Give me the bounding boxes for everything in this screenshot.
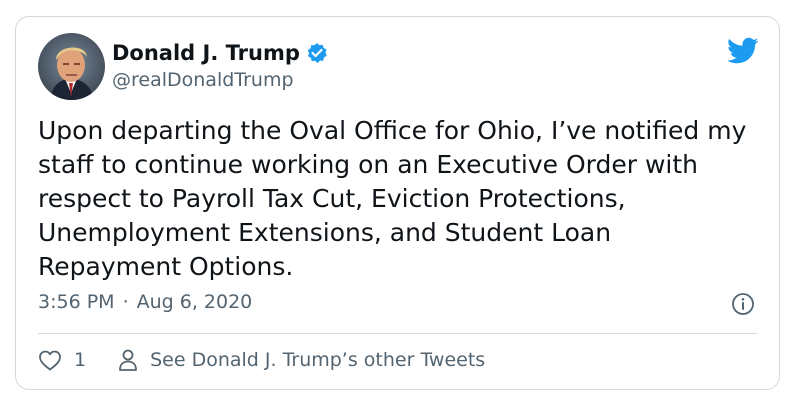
tweet-date[interactable]: Aug 6, 2020 [137, 291, 253, 313]
tweet-text: Upon departing the Oval Office for Ohio,… [38, 116, 747, 281]
info-icon[interactable] [731, 292, 755, 316]
like-count: 1 [74, 349, 87, 371]
verified-badge-icon [306, 42, 328, 64]
see-other-tweets-link[interactable]: See Donald J. Trump’s other Tweets [118, 348, 485, 372]
tweet-actions: 1 See Donald J. Trump’s other Tweets [38, 348, 485, 372]
user-handle[interactable]: @realDonaldTrump [112, 69, 294, 91]
tweet-timestamp[interactable]: 3:56 PM · Aug 6, 2020 [38, 291, 252, 313]
display-name[interactable]: Donald J. Trump [112, 41, 300, 65]
tweet-time[interactable]: 3:56 PM [38, 291, 115, 313]
twitter-bird-icon[interactable] [727, 37, 759, 65]
heart-icon [39, 350, 61, 371]
meta-separator: · [122, 291, 129, 313]
see-other-tweets-label: See Donald J. Trump’s other Tweets [150, 349, 486, 371]
avatar[interactable] [38, 33, 105, 100]
tweet-card: Donald J. Trump @realDonaldTrump Upon de… [15, 16, 780, 390]
person-icon [119, 349, 137, 371]
divider [38, 333, 757, 334]
author-name-row: Donald J. Trump [112, 41, 328, 65]
like-button[interactable]: 1 [38, 349, 86, 371]
